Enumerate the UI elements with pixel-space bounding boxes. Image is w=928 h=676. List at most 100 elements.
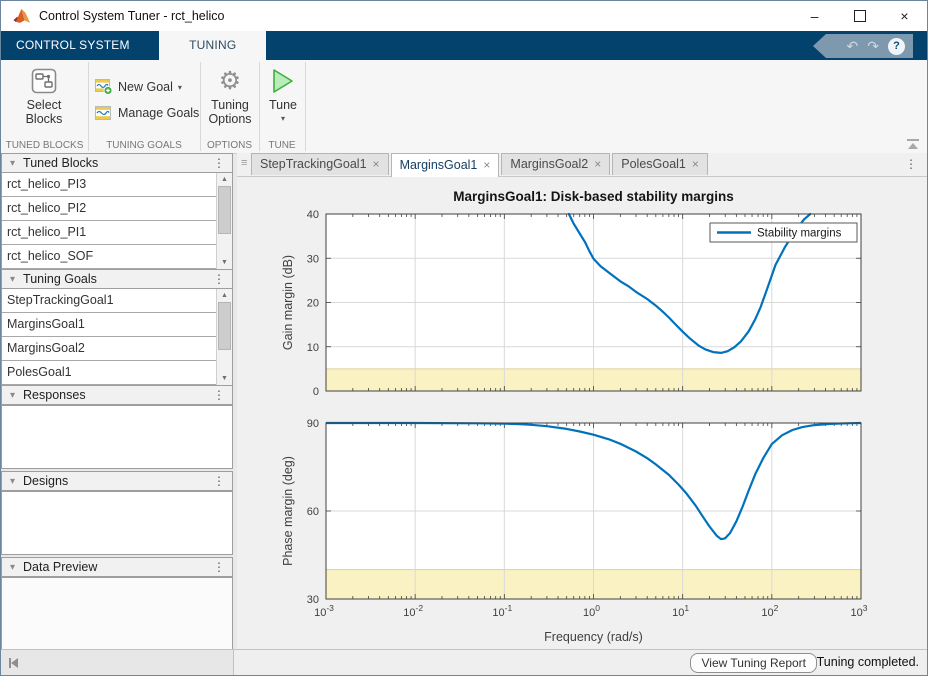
- group-caption-options: OPTIONS: [200, 140, 259, 151]
- scrollbar[interactable]: ▲ ▼: [216, 289, 232, 385]
- close-button[interactable]: ×: [882, 1, 927, 31]
- kebab-menu-icon[interactable]: ⋮: [213, 388, 225, 402]
- tuning-goals-list: StepTrackingGoal1 MarginsGoal1 MarginsGo…: [1, 289, 233, 386]
- group-caption-tuned-blocks: TUNED BLOCKS: [1, 140, 88, 151]
- close-icon[interactable]: ×: [373, 154, 380, 175]
- stability-margins-figure: 010203040Gain margin (dB)MarginsGoal1: D…: [237, 177, 928, 651]
- panel-header-designs[interactable]: ▾ Designs ⋮: [1, 471, 233, 491]
- doc-tab-polesgoal1[interactable]: PolesGoal1 ×: [612, 153, 708, 175]
- close-icon[interactable]: ×: [692, 154, 699, 175]
- x-tick-label: 100: [583, 603, 600, 619]
- doc-tab-label: MarginsGoal2: [510, 154, 588, 175]
- grip-icon: ≡: [241, 157, 247, 169]
- kebab-menu-icon[interactable]: ⋮: [213, 272, 225, 286]
- manage-goals-button[interactable]: Manage Goals: [95, 105, 199, 121]
- kebab-menu-icon[interactable]: ⋮: [905, 157, 917, 171]
- list-item[interactable]: StepTrackingGoal1: [2, 289, 216, 313]
- list-item[interactable]: rct_helico_PI3: [2, 173, 216, 197]
- y-tick-label: 40: [307, 209, 319, 221]
- close-icon[interactable]: ×: [483, 154, 490, 177]
- x-axis-label: Frequency (rad/s): [544, 630, 643, 644]
- tune-label: Tune: [263, 98, 303, 112]
- data-preview-box: [1, 577, 233, 651]
- list-item[interactable]: PolesGoal1: [2, 361, 216, 385]
- minimize-button[interactable]: –: [792, 1, 837, 31]
- quick-access-toolbar: ↶ ↷ ?: [813, 34, 913, 58]
- scrollbar-thumb[interactable]: [218, 186, 231, 234]
- new-goal-button[interactable]: New Goal ▾: [95, 79, 182, 95]
- new-goal-icon: [95, 79, 113, 95]
- list-item[interactable]: rct_helico_SOF: [2, 245, 216, 269]
- scroll-up-icon[interactable]: ▲: [217, 289, 232, 302]
- doc-tab-label: StepTrackingGoal1: [260, 154, 367, 175]
- gear-icon: ⚙: [219, 69, 241, 93]
- scroll-down-icon[interactable]: ▼: [217, 256, 232, 269]
- panel-header-tuned-blocks[interactable]: ▾ Tuned Blocks ⋮: [1, 153, 233, 173]
- scroll-down-icon[interactable]: ▼: [217, 372, 232, 385]
- group-caption-tuning-goals: TUNING GOALS: [88, 140, 200, 151]
- panel-title: Responses: [23, 388, 86, 402]
- kebab-menu-icon[interactable]: ⋮: [213, 474, 225, 488]
- panel-header-tuning-goals[interactable]: ▾ Tuning Goals ⋮: [1, 269, 233, 289]
- doc-tab-marginsgoal2[interactable]: MarginsGoal2 ×: [501, 153, 610, 175]
- collapse-triangle-icon[interactable]: ▾: [10, 562, 15, 573]
- select-blocks-label: Select Blocks: [19, 98, 69, 126]
- collapse-triangle-icon[interactable]: ▾: [10, 476, 15, 487]
- document-tab-bar: ≡ StepTrackingGoal1 × MarginsGoal1 × Mar…: [237, 153, 927, 177]
- panel-title: Tuned Blocks: [23, 156, 98, 170]
- scroll-up-icon[interactable]: ▲: [217, 173, 232, 186]
- list-item[interactable]: rct_helico_PI1: [2, 221, 216, 245]
- y-tick-label: 0: [313, 386, 319, 398]
- chevron-down-icon: ▾: [263, 114, 303, 123]
- panel-title: Tuning Goals: [23, 272, 97, 286]
- collapse-ribbon-button[interactable]: [907, 139, 919, 149]
- x-tick-label: 10-1: [492, 603, 512, 619]
- x-tick-label: 103: [851, 603, 868, 619]
- sidebar: ▾ Tuned Blocks ⋮ rct_helico_PI3 rct_heli…: [1, 153, 233, 649]
- group-caption-tune: TUNE: [259, 140, 305, 151]
- collapse-panel-icon[interactable]: [9, 658, 18, 668]
- select-blocks-button[interactable]: Select Blocks: [11, 67, 77, 126]
- redo-icon[interactable]: ↷: [867, 39, 879, 53]
- ribbon-tab-tuning[interactable]: TUNING: [159, 31, 266, 60]
- list-item[interactable]: MarginsGoal2: [2, 337, 216, 361]
- list-item[interactable]: MarginsGoal1: [2, 313, 216, 337]
- panel-header-data-preview[interactable]: ▾ Data Preview ⋮: [1, 557, 233, 577]
- kebab-menu-icon[interactable]: ⋮: [213, 560, 225, 574]
- undo-icon[interactable]: ↶: [847, 39, 859, 53]
- responses-list: [1, 405, 233, 469]
- window-title: Control System Tuner - rct_helico: [39, 1, 225, 31]
- ribbon-tab-control-system[interactable]: CONTROL SYSTEM: [1, 31, 145, 60]
- doc-tab-label: MarginsGoal1: [400, 154, 478, 177]
- maximize-button[interactable]: [837, 1, 882, 31]
- list-item[interactable]: rct_helico_PI2: [2, 197, 216, 221]
- ribbon-toolbar: Select Blocks New Goal ▾ Mana: [1, 60, 927, 154]
- tuning-options-label: Tuning Options: [204, 98, 256, 126]
- kebab-menu-icon[interactable]: ⋮: [213, 156, 225, 170]
- close-icon[interactable]: ×: [594, 154, 601, 175]
- panel-title: Data Preview: [23, 560, 97, 574]
- x-tick-label: 102: [761, 603, 778, 619]
- x-tick-label: 101: [672, 603, 689, 619]
- y-tick-label: 20: [307, 298, 319, 310]
- doc-tab-marginsgoal1[interactable]: MarginsGoal1 ×: [391, 153, 500, 177]
- chart-title: MarginsGoal1: Disk-based stability margi…: [453, 189, 734, 204]
- scrollbar[interactable]: ▲ ▼: [216, 173, 232, 269]
- collapse-triangle-icon[interactable]: ▾: [10, 390, 15, 401]
- doc-tab-steptrackinggoal1[interactable]: StepTrackingGoal1 ×: [251, 153, 389, 175]
- legend-label: Stability margins: [757, 228, 842, 240]
- view-tuning-report-button[interactable]: View Tuning Report: [690, 653, 817, 673]
- scrollbar-thumb[interactable]: [218, 302, 231, 350]
- y-tick-label: 60: [307, 506, 319, 518]
- manage-goals-label: Manage Goals: [118, 106, 199, 120]
- tune-button[interactable]: Tune ▾: [263, 67, 303, 123]
- collapse-triangle-icon[interactable]: ▾: [10, 158, 15, 169]
- collapse-triangle-icon[interactable]: ▾: [10, 274, 15, 285]
- panel-header-responses[interactable]: ▾ Responses ⋮: [1, 385, 233, 405]
- tuned-blocks-list: rct_helico_PI3 rct_helico_PI2 rct_helico…: [1, 173, 233, 270]
- figure-area: 010203040Gain margin (dB)MarginsGoal1: D…: [237, 177, 927, 649]
- tuning-options-button[interactable]: ⚙ Tuning Options: [204, 67, 256, 126]
- help-icon[interactable]: ?: [888, 38, 905, 55]
- y-tick-label: 10: [307, 342, 319, 354]
- play-icon: [271, 68, 295, 94]
